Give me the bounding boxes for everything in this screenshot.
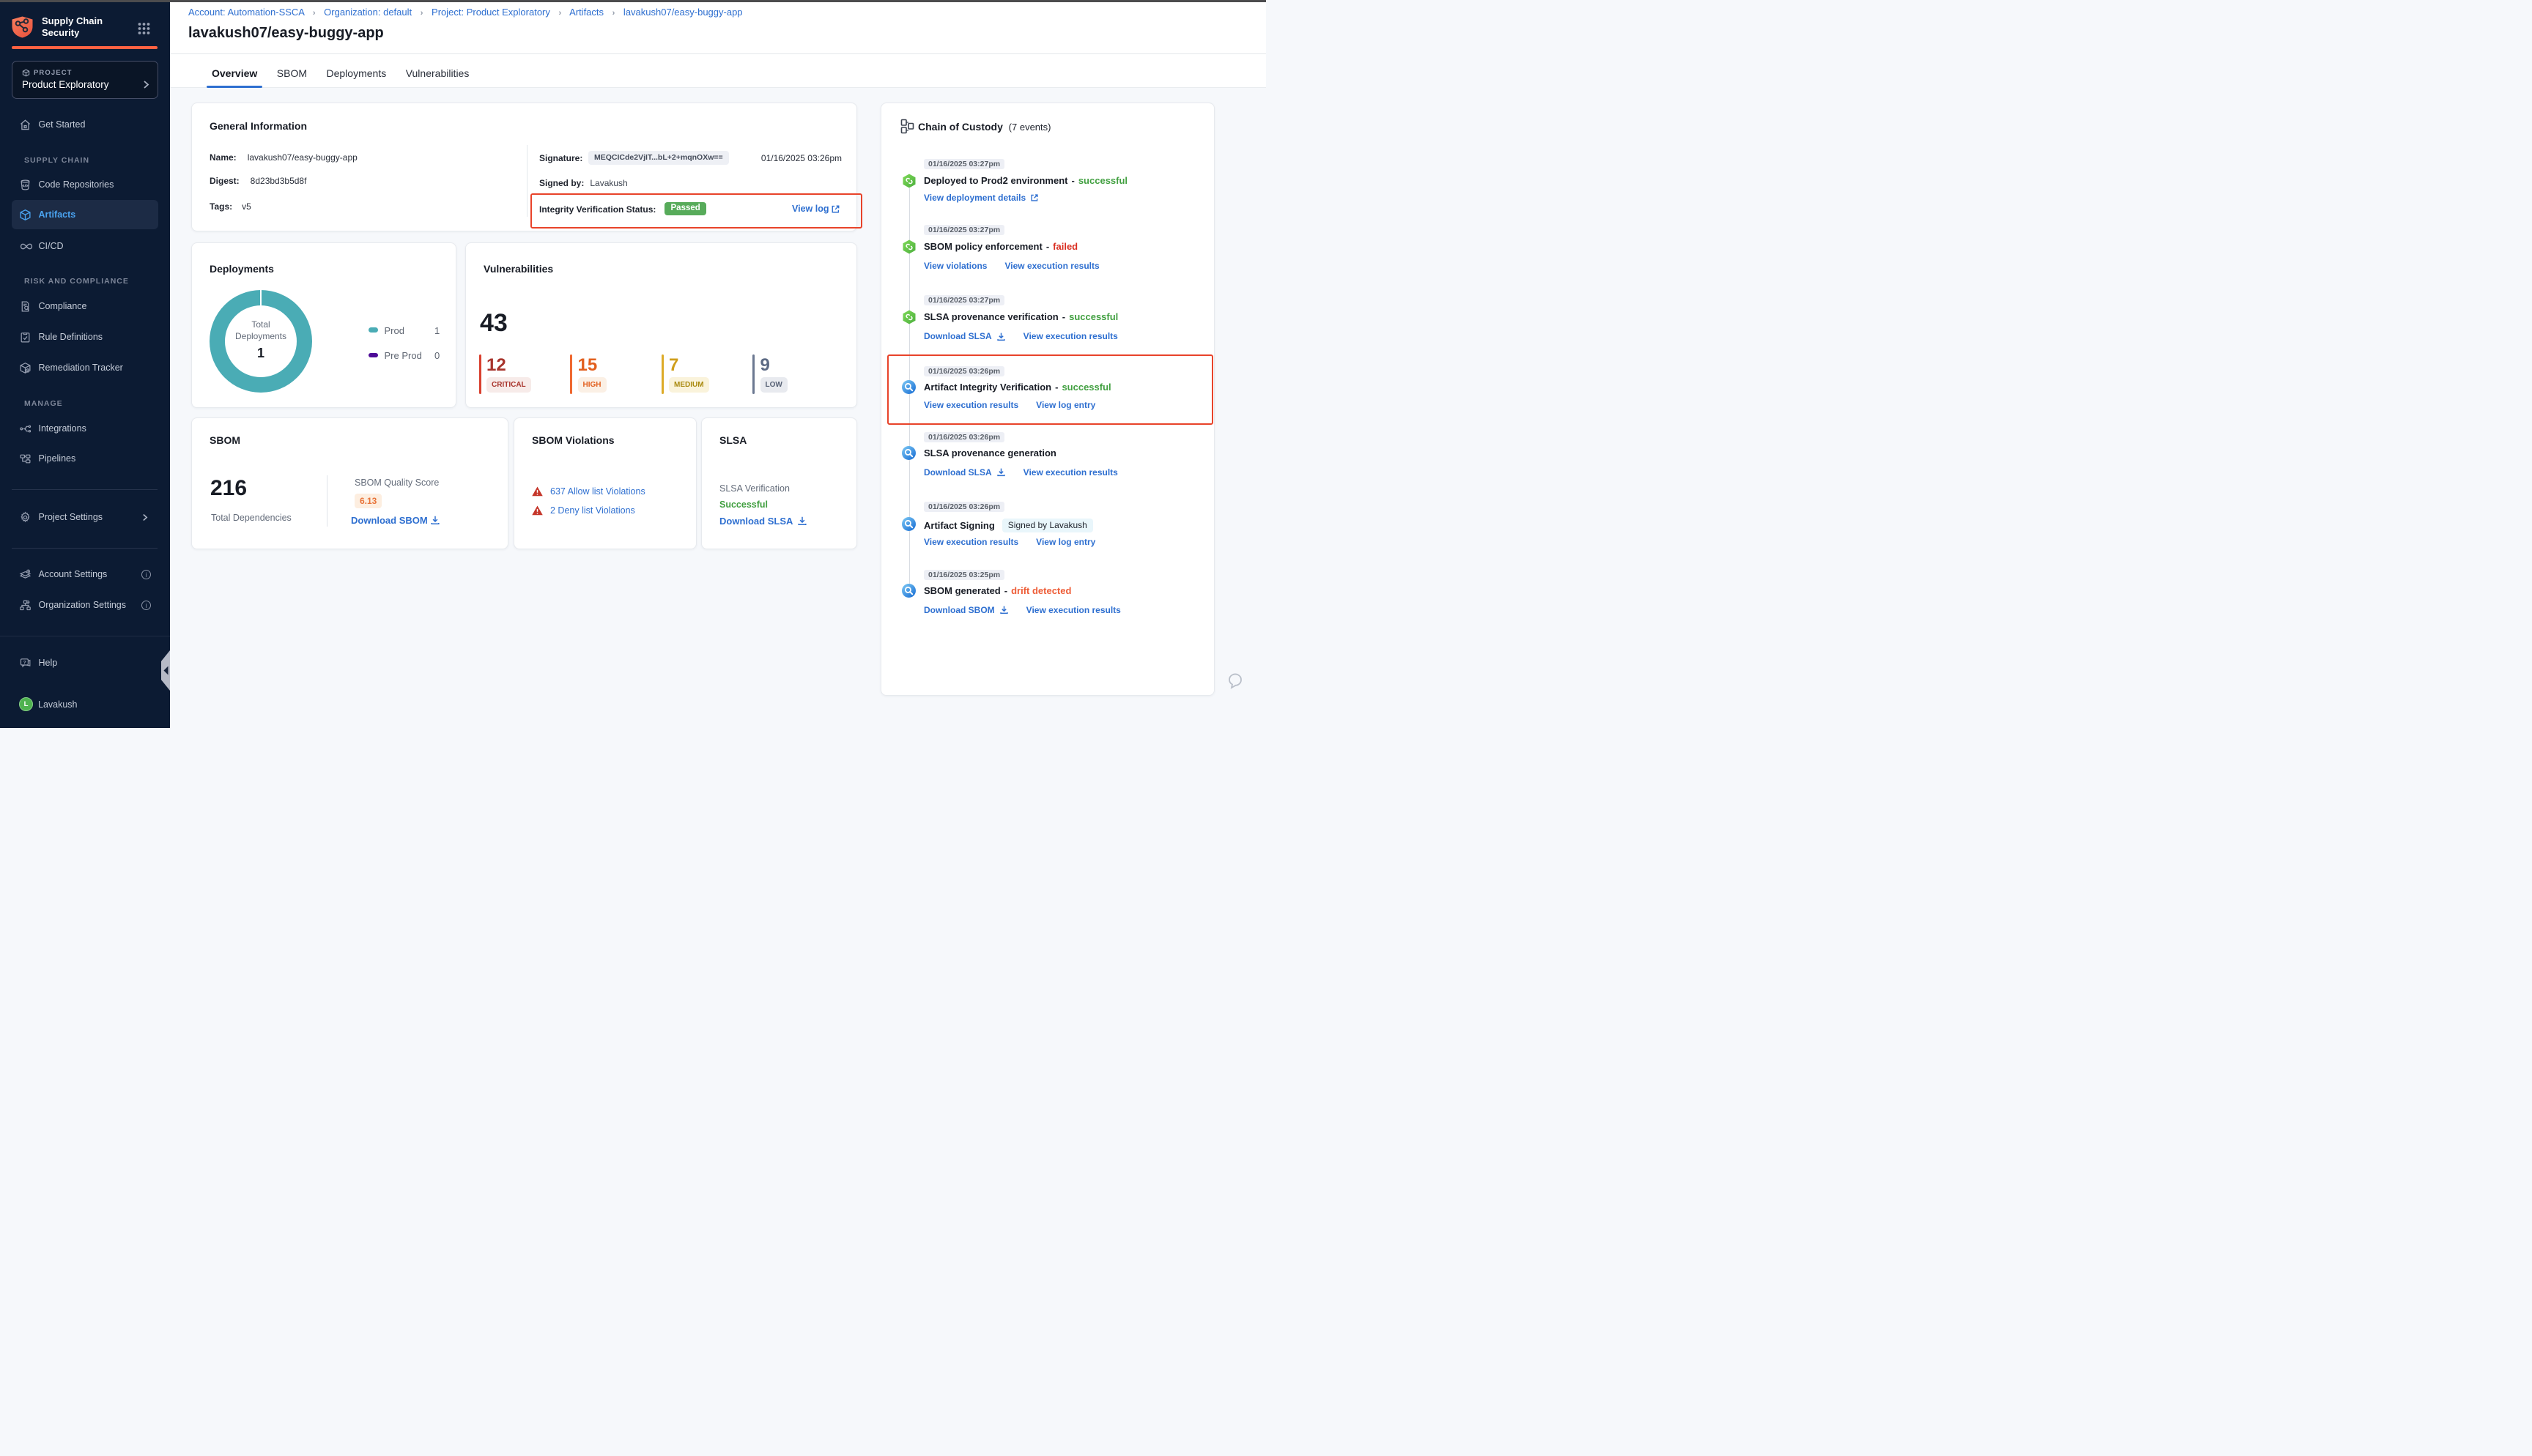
svg-text:?: ?	[23, 660, 26, 665]
